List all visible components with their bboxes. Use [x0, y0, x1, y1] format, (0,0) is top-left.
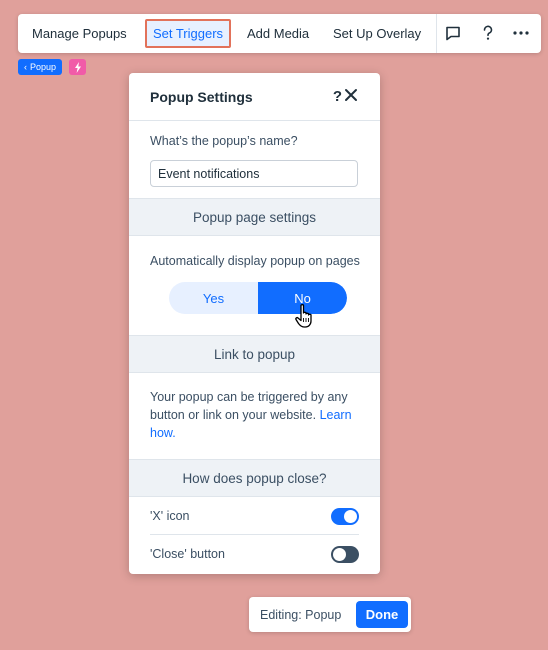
x-icon-toggle[interactable] — [331, 507, 359, 525]
top-toolbar: Manage Popups Set Triggers Add Media Set… — [18, 14, 541, 53]
help-icon[interactable] — [477, 22, 499, 44]
close-icon[interactable] — [344, 88, 360, 104]
popup-tag-label: Popup — [30, 62, 57, 72]
link-description-text: Your popup can be triggered by any butto… — [150, 390, 348, 422]
close-button-row: 'Close' button — [150, 535, 359, 573]
hand-cursor-icon — [294, 303, 316, 329]
x-icon-row: 'X' icon — [150, 497, 359, 535]
popup-name-label: What’s the popup’s name? — [150, 134, 298, 148]
set-triggers-button[interactable]: Set Triggers — [145, 19, 231, 48]
panel-title: Popup Settings — [150, 88, 253, 105]
popup-close-header: How does popup close? — [129, 459, 380, 497]
comment-icon[interactable] — [442, 22, 464, 44]
link-description: Your popup can be triggered by any butto… — [150, 388, 365, 442]
auto-display-label: Automatically display popup on pages — [150, 254, 360, 268]
done-button[interactable]: Done — [356, 601, 408, 628]
link-to-popup-header: Link to popup — [129, 335, 380, 373]
add-media-button[interactable]: Add Media — [247, 14, 309, 53]
editing-bar: Editing: Popup Done — [249, 597, 411, 632]
bolt-tag[interactable] — [69, 59, 86, 75]
more-icon[interactable] — [510, 22, 532, 44]
auto-display-toggle-group: Yes No — [169, 282, 347, 314]
lightning-icon — [74, 61, 81, 73]
yes-option[interactable]: Yes — [169, 282, 258, 314]
close-button-label: 'Close' button — [150, 547, 225, 561]
x-icon-label: 'X' icon — [150, 509, 190, 523]
chevron-left-icon: ‹ — [24, 62, 27, 72]
manage-popups-button[interactable]: Manage Popups — [32, 14, 127, 53]
panel-help-icon[interactable]: ? — [333, 88, 342, 105]
page-settings-header: Popup page settings — [129, 198, 380, 236]
editing-label: Editing: Popup — [260, 608, 342, 622]
panel-header: Popup Settings ? — [129, 73, 380, 121]
close-button-toggle[interactable] — [331, 545, 359, 563]
set-up-overlay-button[interactable]: Set Up Overlay — [333, 14, 421, 53]
popup-name-input[interactable]: Event notifications — [150, 160, 358, 187]
popup-breadcrumb-tag[interactable]: ‹ Popup — [18, 59, 63, 75]
toolbar-divider — [436, 14, 437, 53]
popup-settings-panel: Popup Settings ? What’s the popup’s name… — [129, 73, 380, 574]
